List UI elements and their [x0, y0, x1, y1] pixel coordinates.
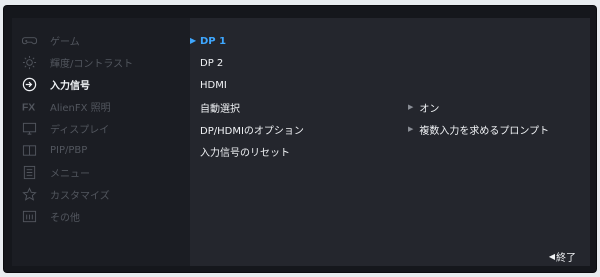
input-icon	[20, 76, 38, 92]
menu-item-dp1[interactable]: ▶ DP 1	[190, 32, 380, 50]
sidebar-item-customize[interactable]: カスタマイズ	[20, 184, 188, 204]
star-icon	[20, 186, 38, 202]
dp-hdmi-options-value[interactable]: ▶ 複数入力を求めるプロンプト	[408, 120, 600, 138]
osd-menu: ゲーム 輝度/コントラスト 入力信号 FX AlienFX 照明 ディスプレイ …	[12, 18, 590, 266]
value-label: オン	[419, 103, 440, 115]
sidebar-item-game[interactable]: ゲーム	[20, 30, 188, 50]
menu-item-label: 入力信号のリセット	[200, 147, 290, 159]
submenu-panel: ▶ DP 1 DP 2 HDMI 自動選択 ▶ オン DP/HDMIのオプション…	[190, 18, 590, 266]
sidebar-item-label: 入力信号	[50, 80, 90, 92]
sidebar-item-brightness[interactable]: 輝度/コントラスト	[20, 52, 188, 72]
sidebar-item-label: メニュー	[50, 168, 90, 180]
gamepad-icon	[20, 32, 38, 48]
sidebar-item-menu[interactable]: メニュー	[20, 162, 188, 182]
menu-item-auto-select[interactable]: 自動選択	[200, 98, 380, 116]
sidebar-item-input-source[interactable]: 入力信号	[20, 74, 188, 94]
selection-arrow-icon: ▶	[190, 36, 197, 45]
auto-select-value[interactable]: ▶ オン	[408, 98, 600, 116]
menu-icon	[20, 164, 38, 180]
value-arrow-icon: ▶	[408, 103, 414, 111]
svg-text:FX: FX	[22, 102, 35, 113]
sidebar-item-label: ゲーム	[50, 36, 80, 48]
fx-icon: FX	[20, 98, 38, 114]
sidebar-item-display[interactable]: ディスプレイ	[20, 118, 188, 138]
sidebar-item-alienfx[interactable]: FX AlienFX 照明	[20, 96, 188, 116]
value-arrow-icon: ▶	[408, 125, 414, 133]
sidebar-item-pip-pbp[interactable]: PIP/PBP	[20, 140, 188, 160]
sidebar-item-label: AlienFX 照明	[50, 102, 111, 114]
menu-item-label: DP 1	[200, 35, 227, 47]
menu-item-reset-input[interactable]: 入力信号のリセット	[200, 142, 380, 160]
sidebar-item-label: PIP/PBP	[50, 144, 88, 156]
sidebar: ゲーム 輝度/コントラスト 入力信号 FX AlienFX 照明 ディスプレイ …	[12, 18, 190, 266]
monitor-icon	[20, 120, 38, 136]
menu-item-label: 自動選択	[200, 103, 240, 115]
menu-item-dp-hdmi-options[interactable]: DP/HDMIのオプション	[200, 120, 380, 138]
menu-item-label: DP 2	[200, 57, 224, 69]
sidebar-item-others[interactable]: その他	[20, 206, 188, 226]
back-arrow-icon: ◀	[548, 252, 555, 261]
sidebar-item-label: その他	[50, 212, 80, 224]
sidebar-item-label: カスタマイズ	[50, 190, 110, 202]
info-icon	[20, 208, 38, 224]
exit-button[interactable]: ◀ 終了	[549, 249, 576, 264]
pip-icon	[20, 142, 38, 158]
exit-label: 終了	[556, 253, 576, 264]
menu-item-dp2[interactable]: DP 2	[200, 54, 380, 72]
sidebar-item-label: ディスプレイ	[50, 124, 110, 136]
menu-item-label: DP/HDMIのオプション	[200, 125, 304, 137]
menu-item-label: HDMI	[200, 79, 227, 91]
monitor-screen: ゲーム 輝度/コントラスト 入力信号 FX AlienFX 照明 ディスプレイ …	[4, 6, 596, 272]
sidebar-item-label: 輝度/コントラスト	[50, 58, 134, 70]
menu-item-hdmi[interactable]: HDMI	[200, 76, 380, 94]
value-label: 複数入力を求めるプロンプト	[419, 125, 550, 137]
brightness-icon	[20, 54, 38, 70]
